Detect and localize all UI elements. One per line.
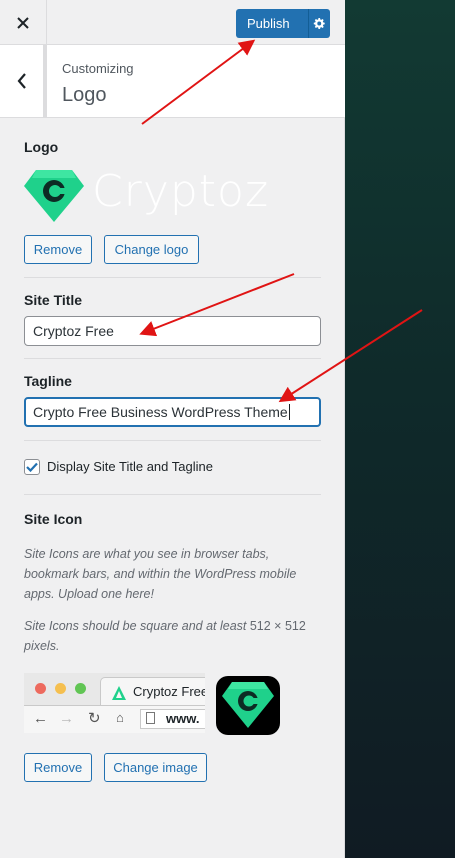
window-close-dot (35, 683, 46, 694)
window-minimize-dot (55, 683, 66, 694)
divider (24, 358, 321, 359)
publish-label: Publish (247, 16, 290, 31)
home-icon: ⌂ (116, 710, 124, 725)
back-button[interactable] (0, 45, 47, 117)
text-cursor (288, 404, 290, 420)
logo-preview: Cryptoz (24, 166, 304, 224)
logo-brand-text: Cryptoz (92, 166, 270, 217)
size-note-prefix: Site Icons should be square and at least (24, 619, 250, 633)
favicon-icon (112, 686, 126, 700)
tagline-input[interactable]: Crypto Free Business WordPress Theme (24, 397, 321, 427)
logo-remove-button[interactable]: Remove (24, 235, 92, 264)
diamond-logo-icon (222, 682, 274, 728)
publish-button[interactable]: Publish (236, 9, 330, 38)
divider (24, 440, 321, 441)
customizing-label: Customizing (62, 61, 134, 76)
divider (24, 277, 321, 278)
site-preview (345, 0, 455, 858)
tab-title: Cryptoz Free (133, 684, 205, 699)
tagline-value: Crypto Free Business WordPress Theme (33, 404, 288, 420)
browser-tab: Cryptoz Free (100, 677, 205, 705)
display-title-checkbox[interactable] (24, 459, 40, 475)
browser-toolbar: ← → ↻ ⌂ www. (24, 705, 205, 733)
site-icon-label: Site Icon (24, 511, 83, 527)
checkmark-icon (26, 462, 38, 472)
logo-label: Logo (24, 139, 59, 155)
icon-remove-button[interactable]: Remove (24, 753, 92, 782)
change-logo-button[interactable]: Change logo (104, 235, 199, 264)
customizer-header: Publish (0, 0, 345, 45)
close-button[interactable] (0, 0, 47, 45)
section-header: Customizing Logo (0, 45, 345, 118)
site-title-label: Site Title (24, 292, 83, 308)
page-icon (146, 712, 155, 724)
site-icon-size-note: Site Icons should be square and at least… (24, 616, 314, 656)
size-note-size: 512 × 512 (249, 619, 306, 633)
forward-arrow-icon: → (59, 710, 74, 727)
url-text: www. (166, 711, 200, 726)
chevron-left-icon (17, 73, 26, 89)
window-maximize-dot (75, 683, 86, 694)
divider (24, 494, 321, 495)
back-arrow-icon: ← (33, 710, 48, 727)
address-bar: www. (140, 709, 205, 729)
app-icon-preview (216, 676, 280, 735)
section-title: Logo (62, 84, 107, 106)
browser-preview: Cryptoz Free ← → ↻ ⌂ www. (24, 673, 205, 733)
site-icon-description: Site Icons are what you see in browser t… (24, 547, 297, 601)
display-title-label: Display Site Title and Tagline (47, 459, 213, 474)
reload-icon: ↻ (88, 710, 101, 727)
size-note-suffix: pixels. (24, 639, 60, 653)
customizer-panel: Publish Customizing Logo Logo Cryptoz Re… (0, 0, 345, 858)
gear-icon[interactable] (308, 9, 330, 38)
tagline-label: Tagline (24, 373, 72, 389)
close-icon (17, 16, 29, 29)
diamond-logo-icon (24, 170, 84, 222)
change-image-button[interactable]: Change image (104, 753, 207, 782)
site-title-input[interactable]: Cryptoz Free (24, 316, 321, 346)
